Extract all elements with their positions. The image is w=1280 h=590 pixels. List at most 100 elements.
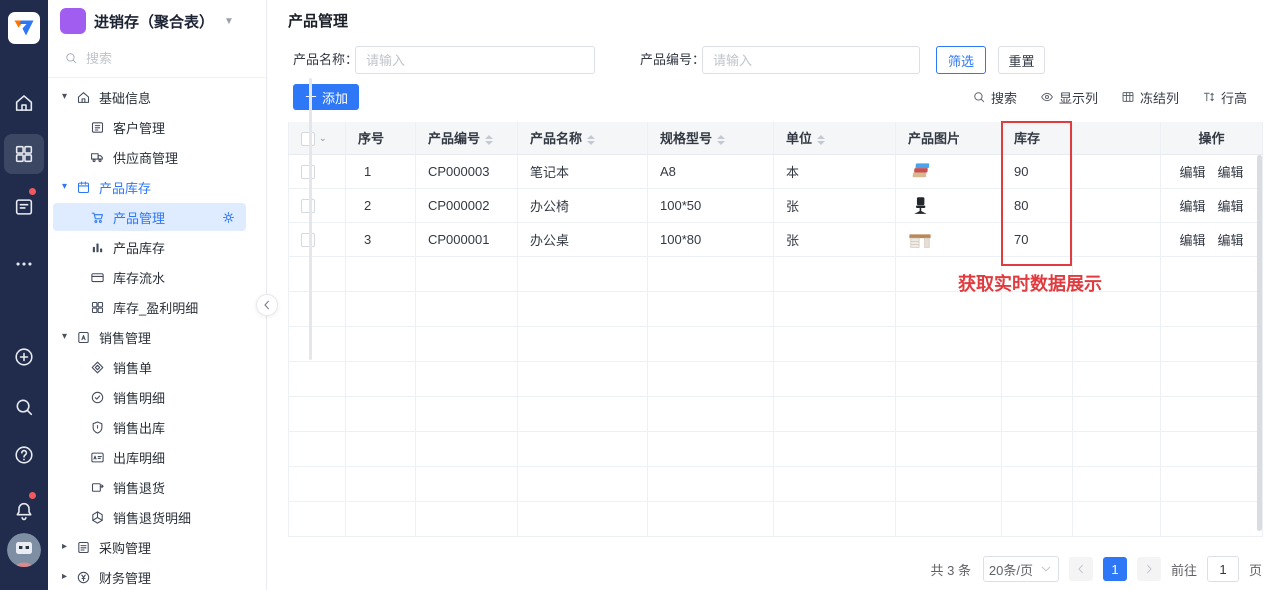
sidebar-item-销售单[interactable]: 销售单 <box>48 352 266 382</box>
cell-spec: A8 <box>648 154 774 188</box>
filter-bar: 产品名称： 产品编号： 筛选 重置 <box>267 46 1280 74</box>
table-row: 2CP000002办公椅100*50张80编辑编辑 <box>289 188 1263 222</box>
app-header[interactable]: 进销存（聚合表） ▼ <box>48 0 266 40</box>
sort-icon[interactable] <box>817 135 825 145</box>
more-rail-item[interactable] <box>0 253 48 275</box>
sidebar-collapse-button[interactable] <box>256 294 278 316</box>
product-name-input[interactable] <box>355 46 595 74</box>
hexagon-icon <box>90 510 105 525</box>
sidebar-item-销售管理[interactable]: ▾销售管理 <box>48 322 266 352</box>
toolbar-冻结列[interactable]: 冻结列 <box>1121 88 1179 107</box>
sidebar-item-销售明细[interactable]: 销售明细 <box>48 382 266 412</box>
caret-down-icon[interactable]: ▾ <box>62 93 72 101</box>
sidebar-item-产品库存[interactable]: 产品库存 <box>48 232 266 262</box>
gear-icon[interactable] <box>221 210 236 225</box>
user-avatar-rail-item[interactable] <box>0 533 48 567</box>
sidebar-item-库存_盈利明细[interactable]: 库存_盈利明细 <box>48 292 266 322</box>
notification-badge <box>29 492 36 499</box>
table-scrollbar[interactable] <box>1257 155 1262 531</box>
sidebar-item-库存流水[interactable]: 库存流水 <box>48 262 266 292</box>
sidebar-item-销售退货[interactable]: 销售退货 <box>48 472 266 502</box>
plus-circle-rail-item[interactable] <box>0 346 48 368</box>
sidebar-item-产品库存[interactable]: ▾产品库存 <box>48 172 266 202</box>
total-count: 共 3 条 <box>931 560 971 579</box>
cell-code: CP000003 <box>416 154 518 188</box>
bell-rail-item[interactable] <box>0 500 48 522</box>
sidebar-item-供应商管理[interactable]: 供应商管理 <box>48 142 266 172</box>
caret-down-icon[interactable]: ▾ <box>62 183 72 191</box>
home-rail-item[interactable] <box>0 92 48 114</box>
sidebar-item-label: 采购管理 <box>99 538 151 557</box>
edit-link[interactable]: 编辑 <box>1179 199 1205 214</box>
shield-icon <box>90 420 105 435</box>
cell-image <box>896 188 1002 222</box>
next-page-button[interactable] <box>1137 557 1161 581</box>
app-logo[interactable] <box>0 12 48 44</box>
home-icon <box>13 92 35 114</box>
cell-stock: 70 <box>1002 222 1073 256</box>
sidebar-item-销售退货明细[interactable]: 销售退货明细 <box>48 502 266 532</box>
freeze-column-icon <box>1121 90 1135 104</box>
column-header-code[interactable]: 产品编号 <box>416 122 518 154</box>
sidebar-item-label: 库存流水 <box>113 268 165 287</box>
search-rail-item[interactable] <box>0 396 48 418</box>
sort-icon[interactable] <box>717 135 725 145</box>
column-header-unit[interactable]: 单位 <box>774 122 896 154</box>
column-header-name[interactable]: 产品名称 <box>518 122 648 154</box>
sidebar-item-采购管理[interactable]: ▸ 采购管理 <box>48 532 266 562</box>
row-checkbox[interactable] <box>301 165 315 179</box>
sort-icon[interactable] <box>587 135 595 145</box>
goto-page-input[interactable] <box>1207 556 1239 582</box>
toolbar-行高[interactable]: 行高 <box>1202 88 1247 107</box>
sidebar-item-基础信息[interactable]: ▾ 基础信息 <box>48 82 266 112</box>
sidebar: 进销存（聚合表） ▼ 搜索 ▾ 基础信息客户管理供应商管理▾产品库存产品管理产品库… <box>48 0 267 590</box>
caret-right-icon[interactable]: ▸ <box>62 543 72 551</box>
edit-link[interactable]: 编辑 <box>1218 165 1244 180</box>
column-label: 操作 <box>1198 131 1224 146</box>
edit-link[interactable]: 编辑 <box>1179 165 1205 180</box>
select-all-checkbox[interactable] <box>301 132 315 146</box>
page-suffix: 页 <box>1249 560 1262 579</box>
sidebar-item-销售出库[interactable]: 销售出库 <box>48 412 266 442</box>
apps-grid-rail-item[interactable] <box>0 143 48 165</box>
search-icon <box>64 51 78 65</box>
office-desk-image[interactable] <box>908 229 932 250</box>
cell-blank <box>1073 188 1161 222</box>
toolbar-显示列[interactable]: 显示列 <box>1040 88 1098 107</box>
id-card-icon <box>90 120 105 135</box>
caret-down-icon[interactable]: ▾ <box>62 333 72 341</box>
sort-icon[interactable] <box>485 135 493 145</box>
product-name-label: 产品名称： <box>293 46 358 74</box>
workflow-rail-item[interactable] <box>0 196 48 218</box>
cell-name: 笔记本 <box>518 154 648 188</box>
edit-link[interactable]: 编辑 <box>1218 233 1244 248</box>
office-chair-image[interactable] <box>908 195 932 216</box>
product-number-input[interactable] <box>702 46 920 74</box>
toolbar-搜索[interactable]: 搜索 <box>972 88 1017 107</box>
prev-page-button[interactable] <box>1069 557 1093 581</box>
sidebar-item-客户管理[interactable]: 客户管理 <box>48 112 266 142</box>
caret-right-icon[interactable]: ▸ <box>62 573 72 581</box>
sidebar-item-出库明细[interactable]: 出库明细 <box>48 442 266 472</box>
chevron-down-icon[interactable]: ▼ <box>224 16 234 27</box>
sidebar-scrollbar[interactable] <box>309 78 312 360</box>
notebook-stack-image[interactable] <box>908 161 932 182</box>
add-button[interactable]: ＋ 添加 <box>293 84 359 110</box>
sidebar-search-input[interactable]: 搜索 <box>48 40 266 78</box>
row-checkbox[interactable] <box>301 199 315 213</box>
page-size-select[interactable]: 20条/页 <box>983 556 1059 582</box>
filter-button[interactable]: 筛选 <box>936 46 986 74</box>
current-page-button[interactable]: 1 <box>1103 557 1127 581</box>
cell-unit: 本 <box>774 154 896 188</box>
help-rail-item[interactable] <box>0 444 48 466</box>
edit-link[interactable]: 编辑 <box>1179 233 1205 248</box>
reset-button[interactable]: 重置 <box>998 46 1045 74</box>
table-row: 1CP000003笔记本A8本90编辑编辑 <box>289 154 1263 188</box>
edit-link[interactable]: 编辑 <box>1218 199 1244 214</box>
row-checkbox[interactable] <box>301 233 315 247</box>
sidebar-item-label: 基础信息 <box>99 88 151 107</box>
sidebar-item-产品管理[interactable]: 产品管理 <box>48 202 266 232</box>
chevron-down-icon[interactable]: ⌄ <box>319 133 327 143</box>
sidebar-item-财务管理[interactable]: ▸财务管理 <box>48 562 266 590</box>
column-header-spec[interactable]: 规格型号 <box>648 122 774 154</box>
